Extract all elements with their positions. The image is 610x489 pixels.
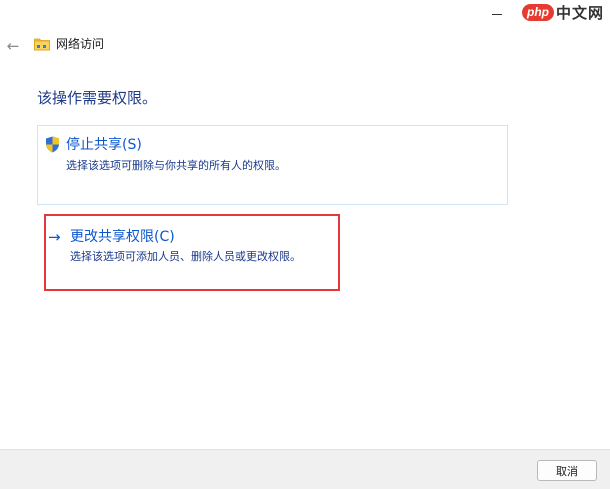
page-heading: 该操作需要权限。	[37, 89, 158, 107]
network-folder-icon	[34, 38, 50, 51]
footer-bar: 取消	[0, 449, 610, 489]
stop-sharing-title: 停止共享(S)	[66, 137, 142, 153]
back-arrow-icon: ←	[6, 37, 20, 55]
title-bar: php 中文网	[0, 0, 610, 30]
change-permissions-description: 选择该选项可添加人员、删除人员或更改权限。	[70, 250, 301, 263]
watermark-text: 中文网	[555, 3, 604, 22]
stop-sharing-option[interactable]: 停止共享(S) 选择该选项可删除与你共享的所有人的权限。	[37, 125, 508, 205]
watermark: php 中文网	[521, 1, 604, 23]
change-sharing-permissions-option[interactable]: → 更改共享权限(C) 选择该选项可添加人员、删除人员或更改权限。	[44, 214, 339, 290]
uac-shield-icon	[46, 136, 59, 153]
right-arrow-icon: →	[48, 228, 61, 246]
network-access-window: php 中文网 ← 网络访问 该操作需要权限。 停止共享(S) 选择该选项可删除…	[0, 0, 610, 489]
stop-sharing-description: 选择该选项可删除与你共享的所有人的权限。	[66, 159, 286, 172]
window-title: 网络访问	[56, 37, 105, 51]
cancel-button[interactable]: 取消	[537, 460, 597, 481]
minimize-icon[interactable]	[487, 4, 507, 24]
change-permissions-title: 更改共享权限(C)	[70, 229, 175, 245]
watermark-logo: php	[521, 3, 554, 21]
back-button[interactable]: ←	[2, 36, 24, 56]
